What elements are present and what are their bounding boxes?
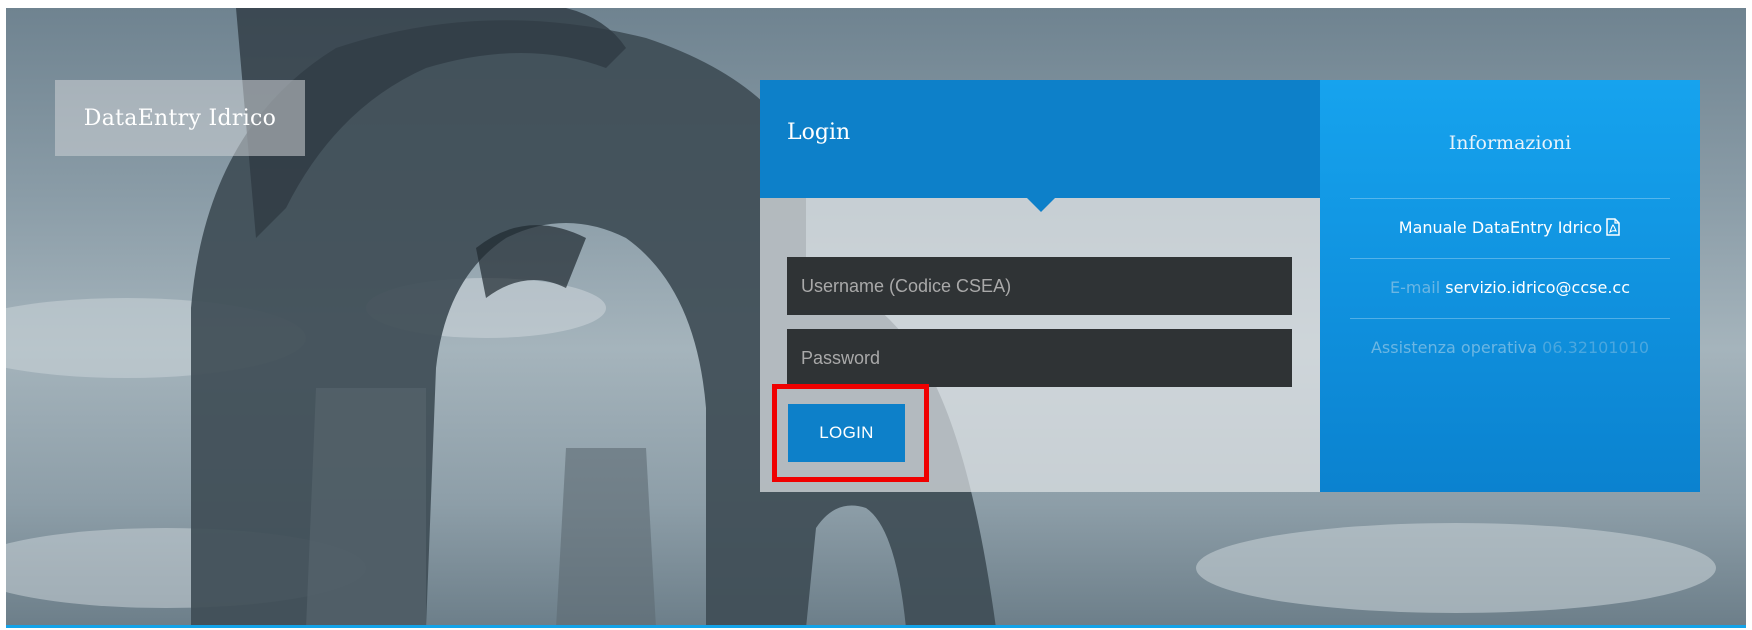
login-title: Login [787,120,851,145]
app-brand-badge: DataEntry Idrico [55,80,305,156]
info-divider [1350,198,1670,199]
info-divider [1350,258,1670,259]
login-form: LOGIN [760,198,1320,492]
info-title: Informazioni [1448,132,1572,154]
manual-row: Manuale DataEntry Idrico [1320,218,1700,240]
login-button[interactable]: LOGIN [788,404,905,462]
support-phone: 06.32101010 [1542,338,1650,357]
bottom-accent-line [6,625,1746,628]
login-panel: Login LOGIN [760,80,1320,492]
email-row: E-mail servizio.idrico@ccse.cc [1320,278,1700,297]
login-header-pointer [1027,198,1055,212]
email-label: E-mail [1389,278,1441,297]
email-link[interactable]: servizio.idrico@ccse.cc [1445,278,1630,297]
app-title: DataEntry Idrico [83,105,277,131]
support-label: Assistenza operativa [1370,338,1538,357]
username-input[interactable] [787,257,1292,315]
support-row: Assistenza operativa 06.32101010 [1320,338,1700,357]
info-divider [1350,318,1670,319]
pdf-file-icon[interactable] [1605,218,1621,240]
info-panel: Informazioni Manuale DataEntry Idrico E-… [1320,80,1700,492]
login-header: Login [760,80,1320,198]
manual-link[interactable]: Manuale DataEntry Idrico [1399,218,1602,237]
password-input[interactable] [787,329,1292,387]
